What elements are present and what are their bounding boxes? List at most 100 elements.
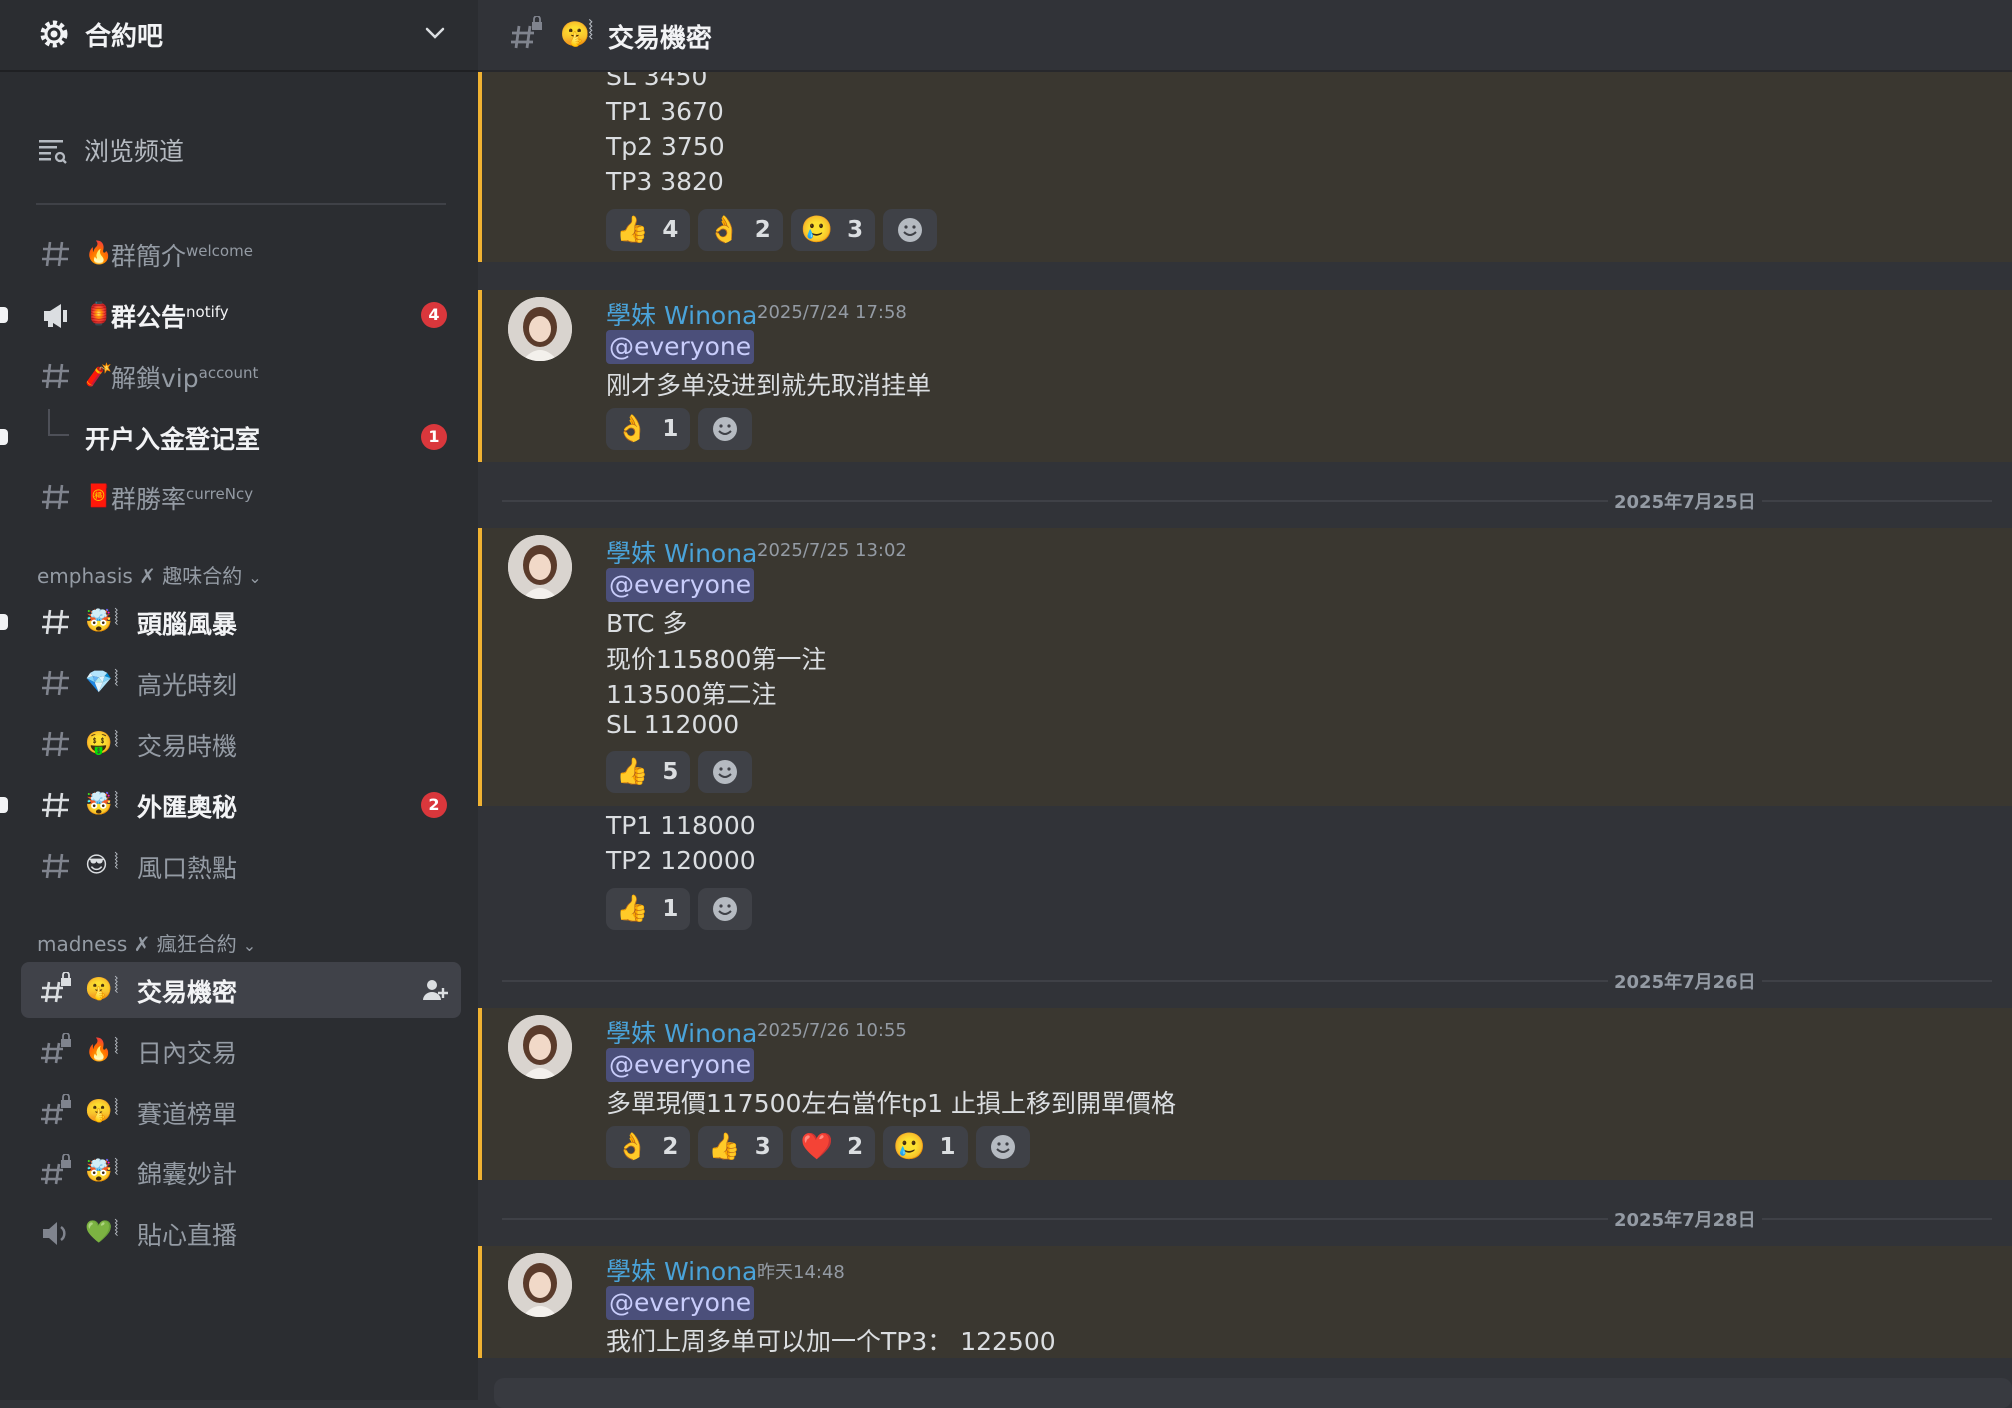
- channel-highlights[interactable]: 💎 ⦚ 高光時刻: [21, 655, 461, 711]
- reaction-ok-hand[interactable]: 👌 1: [606, 408, 691, 450]
- channel-name: 風口熱點: [137, 854, 238, 883]
- date-divider-label: 2025年7月26日: [1608, 968, 1762, 994]
- message-input[interactable]: [494, 1378, 2012, 1408]
- message-author[interactable]: 學妹 Winona: [606, 1252, 757, 1288]
- locked-hashtag-icon: [41, 1033, 71, 1064]
- chevron-down-icon: ⌄: [248, 568, 262, 587]
- channel-name: 交易機密: [137, 978, 238, 1007]
- avatar[interactable]: [508, 1253, 572, 1317]
- mention-everyone[interactable]: @everyone: [606, 330, 755, 364]
- mention-everyone[interactable]: @everyone: [606, 1048, 755, 1082]
- thumbs-up-emoji: 👍: [616, 215, 649, 245]
- hashtag-icon: [42, 363, 69, 389]
- add-reaction-button[interactable]: [883, 209, 938, 251]
- megaphone-icon: [44, 304, 67, 328]
- chevron-down-icon[interactable]: [422, 20, 448, 46]
- reaction-tear-smile[interactable]: 🥲 3: [790, 209, 876, 251]
- reaction-thumbs-up[interactable]: 👍 3: [698, 1126, 783, 1168]
- message-timestamp: 2025/7/26 10:55: [757, 1020, 907, 1041]
- channel-timing[interactable]: 🤑 ⦚ 交易時機: [21, 716, 461, 772]
- reaction-tear-smile[interactable]: 🥲 1: [883, 1126, 968, 1168]
- separator-glyph: ⦚: [114, 1035, 119, 1060]
- separator-glyph: ⦚: [114, 974, 119, 999]
- reaction-bar: 👌 1: [606, 408, 753, 450]
- channel-hotspots[interactable]: 😎 ⦚ 風口熱點: [21, 838, 461, 894]
- reaction-ok-hand[interactable]: 👌 2: [606, 1126, 691, 1168]
- reaction-count: 3: [754, 1134, 771, 1160]
- reaction-heart[interactable]: ❤️ 2: [790, 1126, 876, 1168]
- shushing-face-emoji: 🤫: [560, 20, 590, 48]
- reaction-count: 1: [939, 1134, 956, 1160]
- channel-brainstorm[interactable]: 🤯 ⦚ 頭腦風暴: [21, 594, 461, 650]
- tear-smile-emoji: 🥲: [800, 215, 834, 245]
- avatar[interactable]: [508, 535, 572, 599]
- avatar-image: [508, 1253, 572, 1317]
- reaction-count: 2: [754, 217, 771, 243]
- channel-account[interactable]: 🧨 解鎖vipaccount: [21, 348, 461, 404]
- voice-channel-live[interactable]: 💚 ⦚ 貼心直播: [21, 1205, 461, 1261]
- unread-indicator: [0, 429, 8, 445]
- shushing-face-emoji: 🤫: [85, 1099, 113, 1124]
- add-reaction-button[interactable]: [698, 408, 753, 450]
- add-reaction-button[interactable]: [698, 888, 753, 930]
- browse-list-icon: [39, 140, 67, 164]
- add-reaction-icon: [713, 417, 738, 441]
- message-line: TP2 120000: [606, 846, 756, 875]
- message-text: 多單現價117500左右當作tp1 止損上移到開單價格: [606, 1089, 1176, 1118]
- add-reaction-button[interactable]: [975, 1126, 1030, 1168]
- mention-everyone[interactable]: @everyone: [606, 1286, 755, 1320]
- hashtag-icon: [42, 792, 69, 818]
- channel-sup: curreNcy: [186, 485, 254, 503]
- mention-everyone[interactable]: @everyone: [606, 568, 755, 602]
- message-author[interactable]: 學妹 Winona: [606, 534, 757, 570]
- thumbs-up-emoji: 👍: [708, 1132, 741, 1162]
- add-reaction-icon: [713, 897, 738, 921]
- channel-trade-secrets[interactable]: 🤫 ⦚ 交易機密: [21, 962, 461, 1018]
- sunglasses-emoji: 😎: [85, 853, 108, 878]
- reaction-thumbs-up[interactable]: 👍 1: [606, 888, 691, 930]
- message-author[interactable]: 學妹 Winona: [606, 1014, 757, 1050]
- separator-glyph: ⦚: [114, 789, 119, 814]
- chevron-down-icon: ⌄: [242, 936, 257, 955]
- channel-title: 交易機密: [608, 24, 713, 54]
- channel-welcome[interactable]: 🔥 群簡介welcome: [21, 226, 461, 282]
- channel-leaderboard[interactable]: 🤫 ⦚ 賽道榜單: [21, 1084, 461, 1140]
- ok-hand-emoji: 👌: [708, 215, 741, 245]
- date-divider: [502, 1218, 1992, 1220]
- channel-intraday[interactable]: 🔥 ⦚ 日內交易: [21, 1023, 461, 1079]
- channel-forex[interactable]: 🤯 ⦚ 外匯奧秘 2: [21, 777, 461, 833]
- date-divider: [502, 980, 1992, 982]
- channel-name: 日內交易: [137, 1039, 238, 1068]
- unread-badge: 4: [421, 302, 447, 328]
- message-author[interactable]: 學妹 Winona: [606, 296, 757, 332]
- reaction-count: 1: [662, 416, 679, 442]
- message-timestamp: 昨天14:48: [757, 1262, 845, 1283]
- category-madness[interactable]: madness ✗ 瘋狂合約 ⌄: [37, 928, 256, 957]
- channel-tips[interactable]: 🤯 ⦚ 錦囊妙計: [21, 1144, 461, 1200]
- channel-currency[interactable]: 🧧 群勝率curreNcy: [21, 469, 461, 525]
- channel-name: 高光時刻: [137, 671, 238, 700]
- server-header[interactable]: 合約吧: [0, 0, 478, 72]
- locked-hashtag-icon: [511, 16, 542, 49]
- exploding-head-emoji: 🤯: [85, 792, 113, 817]
- reaction-count: 2: [662, 1134, 679, 1160]
- add-reaction-button[interactable]: [698, 751, 753, 793]
- ok-hand-emoji: 👌: [616, 414, 649, 444]
- browse-channels[interactable]: 浏览频道: [36, 130, 184, 170]
- reaction-count: 3: [847, 217, 864, 243]
- channel-notify[interactable]: 🏮 群公告notify 4: [21, 287, 461, 343]
- message-line: Tp2 3750: [606, 132, 725, 161]
- avatar[interactable]: [508, 1015, 572, 1079]
- channel-name: 群簡介: [111, 242, 187, 271]
- speaker-icon: [43, 1222, 66, 1245]
- add-member-icon[interactable]: [421, 976, 449, 1004]
- reaction-ok-hand[interactable]: 👌 2: [698, 209, 783, 251]
- reaction-thumbs-up[interactable]: 👍 5: [606, 751, 691, 793]
- thread-deposit-register[interactable]: 开户入金登记室 1: [21, 409, 461, 465]
- category-emphasis[interactable]: emphasis ✗ 趣味合約 ⌄: [37, 560, 262, 589]
- tear-smile-emoji: 🥲: [893, 1132, 926, 1162]
- avatar[interactable]: [508, 297, 572, 361]
- channel-name: 錦囊妙計: [137, 1160, 238, 1189]
- reaction-thumbs-up[interactable]: 👍 4: [606, 209, 691, 251]
- channel-name: 外匯奧秘: [137, 793, 238, 822]
